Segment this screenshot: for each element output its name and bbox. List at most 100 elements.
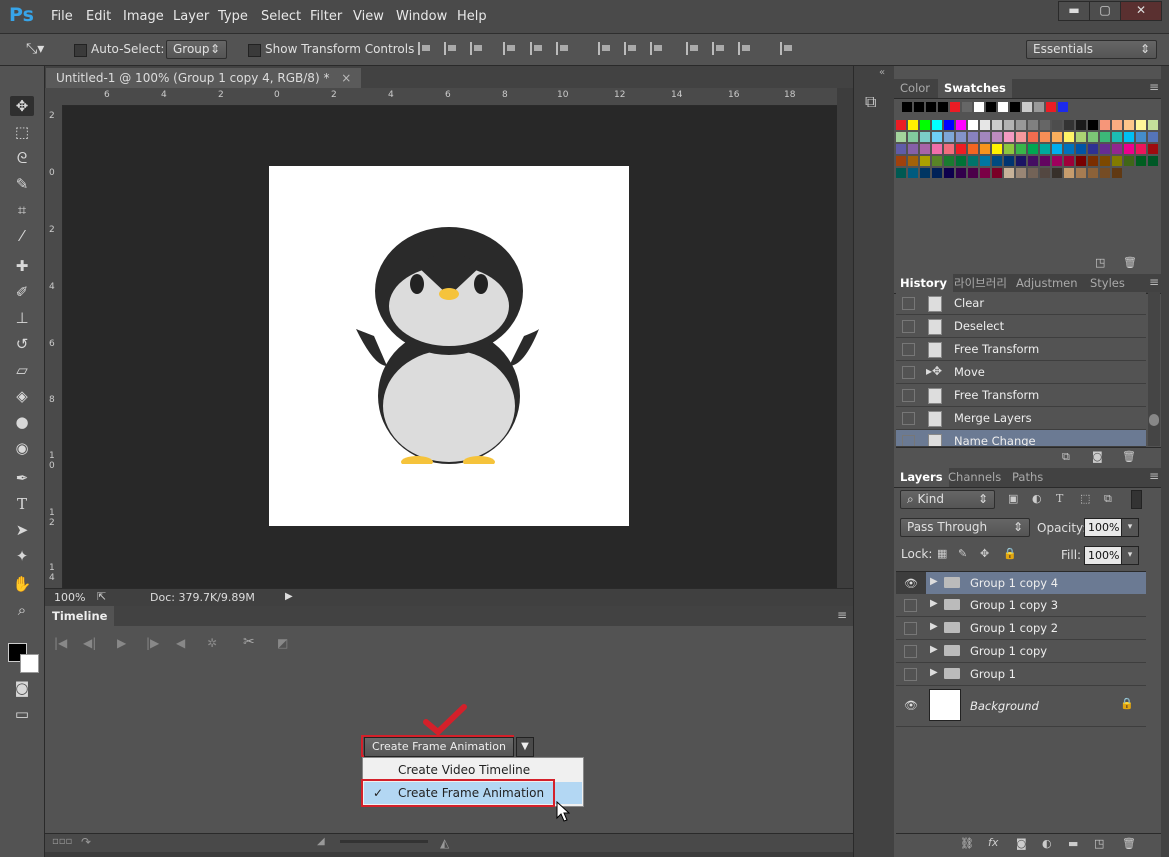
delete-state-icon[interactable]: 🗑 (1122, 450, 1136, 463)
color-swatch[interactable] (1076, 168, 1086, 178)
color-swatch[interactable] (896, 144, 906, 154)
color-swatch[interactable] (1124, 132, 1134, 142)
menu-image[interactable]: Image (123, 9, 164, 24)
lock-transparent-icon[interactable]: ▦ (937, 547, 947, 560)
color-swatch[interactable] (1124, 156, 1134, 166)
tab-layers[interactable]: Layers (894, 468, 949, 487)
color-swatch[interactable] (1112, 156, 1122, 166)
history-snapshot-checkbox[interactable] (902, 366, 915, 379)
distribute-vcenter-icon[interactable] (624, 42, 638, 55)
color-swatch[interactable] (1040, 144, 1050, 154)
color-swatch[interactable] (1088, 132, 1098, 142)
filter-pixel-icon[interactable]: ▣ (1008, 492, 1018, 505)
screen-mode-icon[interactable]: ▭ (10, 704, 34, 724)
color-swatch[interactable] (1076, 144, 1086, 154)
color-swatch[interactable] (896, 120, 906, 130)
expand-group-icon[interactable]: ▶ (930, 621, 938, 632)
color-swatch[interactable] (968, 144, 978, 154)
color-swatch[interactable] (968, 120, 978, 130)
color-swatch[interactable] (944, 168, 954, 178)
minimize-button[interactable]: ▬ (1058, 1, 1090, 21)
color-swatch[interactable] (1052, 156, 1062, 166)
color-swatch[interactable] (1136, 144, 1146, 154)
first-frame-icon[interactable]: |◀ (54, 636, 67, 650)
color-swatch[interactable] (1040, 132, 1050, 142)
color-swatch[interactable] (908, 120, 918, 130)
color-swatch[interactable] (956, 120, 966, 130)
close-button[interactable]: ✕ (1120, 1, 1162, 21)
add-mask-icon[interactable]: ◙ (1016, 837, 1027, 850)
filter-toggle-switch[interactable] (1131, 490, 1142, 509)
color-swatch[interactable] (920, 156, 930, 166)
history-brush-tool-icon[interactable]: ↺ (10, 334, 34, 354)
filter-adjustment-icon[interactable]: ◐ (1032, 492, 1042, 505)
align-left-icon[interactable] (503, 42, 517, 55)
next-frame-icon[interactable]: |▶ (146, 636, 159, 650)
history-item[interactable]: Merge Layers (896, 407, 1146, 430)
layer-name[interactable]: Group 1 (970, 667, 1016, 681)
menu-window[interactable]: Window (396, 9, 447, 24)
color-swatch[interactable] (1052, 132, 1062, 142)
color-swatch[interactable] (1112, 132, 1122, 142)
swatches-grid[interactable] (894, 99, 1161, 271)
color-swatch[interactable] (1058, 102, 1068, 112)
layer-name[interactable]: Background (970, 699, 1039, 713)
type-tool-icon[interactable]: T (10, 494, 34, 514)
color-swatch[interactable] (1052, 144, 1062, 154)
color-swatch[interactable] (920, 120, 930, 130)
delete-swatch-icon[interactable]: 🗑 (1123, 256, 1137, 269)
opacity-dropdown-icon[interactable]: ▾ (1121, 518, 1139, 537)
color-swatch[interactable] (1028, 120, 1038, 130)
color-swatch[interactable] (908, 144, 918, 154)
dodge-tool-icon[interactable]: ◉ (10, 438, 34, 458)
distribute-bottom-icon[interactable] (650, 42, 664, 55)
color-swatch[interactable] (902, 102, 912, 112)
zoom-slider[interactable] (340, 840, 428, 843)
filter-type-icon[interactable]: T (1056, 492, 1063, 505)
document-tab[interactable]: Untitled-1 @ 100% (Group 1 copy 4, RGB/8… (46, 68, 362, 88)
audio-icon[interactable]: ◀ (176, 636, 185, 650)
color-swatch[interactable] (1052, 168, 1062, 178)
link-layers-icon[interactable]: ⛓ (960, 837, 974, 850)
color-swatch[interactable] (1040, 156, 1050, 166)
color-swatch[interactable] (992, 168, 1002, 178)
delete-layer-icon[interactable]: 🗑 (1122, 837, 1136, 850)
layer-row[interactable]: ▶ Group 1 copy 2 (896, 617, 1146, 640)
brush-tool-icon[interactable]: ✐ (10, 282, 34, 302)
blend-mode-dropdown[interactable]: Pass Through ⇕ (900, 518, 1030, 537)
color-swatch[interactable] (1124, 120, 1134, 130)
color-swatch[interactable] (908, 156, 918, 166)
split-scissors-icon[interactable]: ✂ (243, 634, 255, 650)
color-swatch[interactable] (1148, 120, 1158, 130)
color-swatch[interactable] (1016, 120, 1026, 130)
new-layer-icon[interactable]: ◳ (1094, 837, 1104, 850)
prev-frame-icon[interactable]: ◀| (83, 636, 96, 650)
tab-channels[interactable]: Channels (942, 468, 1007, 487)
zoom-tool-icon[interactable]: ⌕ (10, 600, 34, 620)
color-swatch[interactable] (1112, 168, 1122, 178)
color-swatch[interactable] (968, 132, 978, 142)
color-swatch[interactable] (992, 120, 1002, 130)
create-mode-dropdown-button[interactable]: ▼ (516, 737, 534, 757)
color-swatch[interactable] (980, 168, 990, 178)
align-hcenter-icon[interactable] (530, 42, 544, 55)
color-swatch[interactable] (1064, 132, 1074, 142)
align-bottom-icon[interactable] (470, 42, 484, 55)
fill-dropdown-icon[interactable]: ▾ (1121, 546, 1139, 565)
new-snapshot-camera-icon[interactable]: ◙ (1092, 450, 1103, 463)
new-adjustment-layer-icon[interactable]: ◐ (1042, 837, 1052, 850)
zoom-level[interactable]: 100% (54, 591, 85, 604)
color-swatch[interactable] (1100, 156, 1110, 166)
color-swatch[interactable] (944, 156, 954, 166)
visibility-toggle[interactable] (904, 599, 917, 612)
color-swatch[interactable] (992, 144, 1002, 154)
quick-mask-icon[interactable]: ◙ (10, 678, 34, 698)
close-tab-icon[interactable]: × (341, 71, 351, 85)
menu-select[interactable]: Select (261, 9, 301, 24)
distribute-hcenter-icon[interactable] (712, 42, 726, 55)
color-swatch[interactable] (926, 102, 936, 112)
color-swatch[interactable] (1136, 120, 1146, 130)
lock-all-icon[interactable]: 🔒 (1003, 547, 1017, 560)
color-swatch[interactable] (1064, 156, 1074, 166)
create-frame-animation-button[interactable]: Create Frame Animation (364, 737, 514, 757)
